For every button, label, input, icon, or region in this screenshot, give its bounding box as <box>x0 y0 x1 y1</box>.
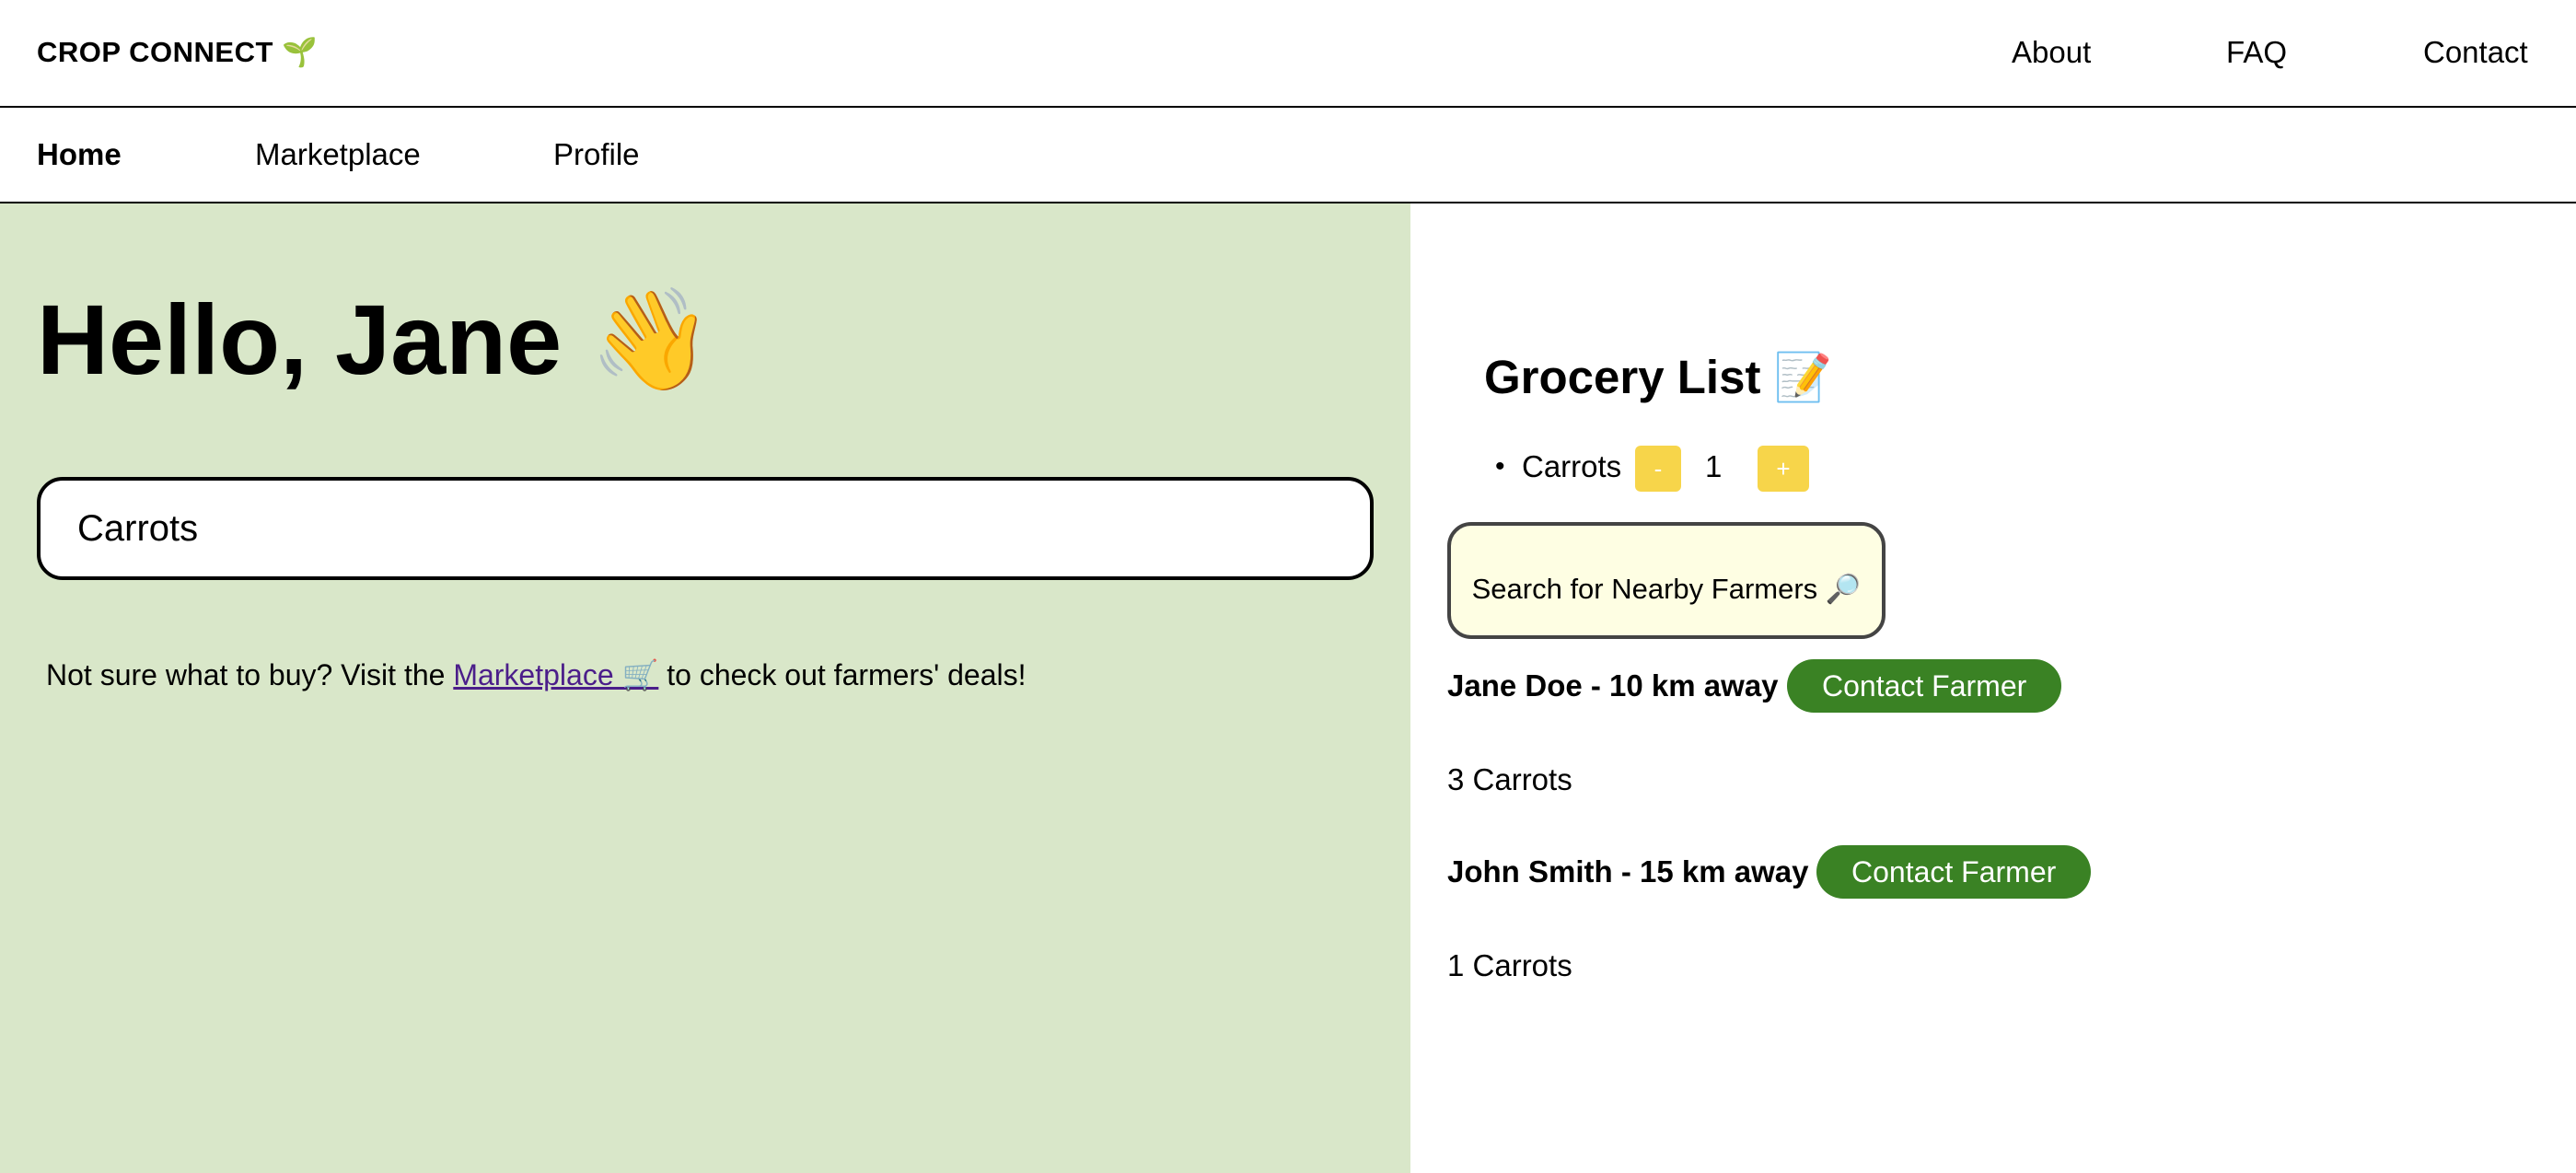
marketplace-link[interactable]: Marketplace 🛒 <box>453 658 658 691</box>
decrease-quantity-button[interactable]: - <box>1635 446 1681 492</box>
farmer-name: John Smith - 15 km away <box>1447 854 1809 888</box>
nav-item-home[interactable]: Home <box>37 137 122 172</box>
search-nearby-farmers-button[interactable]: Search for Nearby Farmers 🔎 <box>1447 522 1886 639</box>
nav-item-profile[interactable]: Profile <box>553 137 640 172</box>
list-bullet: • <box>1495 451 1505 482</box>
marketplace-hint: Not sure what to buy? Visit the Marketpl… <box>46 657 1027 692</box>
contact-farmer-button[interactable]: Contact Farmer <box>1816 845 2092 899</box>
farmer-offer: 1 Carrots <box>1447 948 1572 982</box>
brand-logo[interactable]: CROP CONNECT 🌱 <box>37 35 318 69</box>
grocery-search-input[interactable] <box>37 477 1374 580</box>
about-link[interactable]: About <box>2012 35 2091 70</box>
top-header <box>0 0 2576 108</box>
hint-text-after: to check out farmers' deals! <box>658 658 1027 691</box>
greeting-heading: Hello, Jane 👋 <box>37 284 714 395</box>
sprout-icon: 🌱 <box>282 36 319 68</box>
faq-link[interactable]: FAQ <box>2226 35 2287 70</box>
farmer-name: Jane Doe - 10 km away <box>1447 668 1779 703</box>
increase-quantity-button[interactable]: + <box>1758 446 1809 492</box>
grocery-item-name: Carrots <box>1522 449 1622 483</box>
item-quantity: 1 <box>1705 449 1723 483</box>
hint-text-before: Not sure what to buy? Visit the <box>46 658 454 691</box>
nav-item-marketplace[interactable]: Marketplace <box>255 137 421 172</box>
brand-name: CROP CONNECT <box>37 36 273 68</box>
contact-link[interactable]: Contact <box>2423 35 2528 70</box>
farmer-offer: 3 Carrots <box>1447 762 1572 796</box>
grocery-list-title: Grocery List 📝 <box>1484 351 1833 403</box>
contact-farmer-button[interactable]: Contact Farmer <box>1787 659 2062 713</box>
